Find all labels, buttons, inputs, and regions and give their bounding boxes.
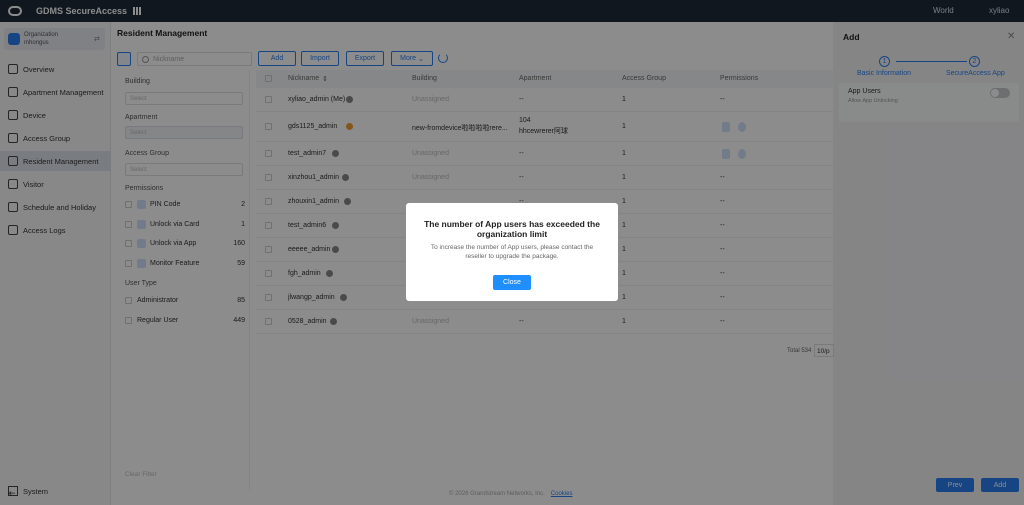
dialog-message: To increase the number of App users, ple… [430, 244, 594, 260]
dialog-title: The number of App users has exceeded the… [424, 219, 600, 239]
close-button[interactable]: Close [493, 275, 531, 290]
limit-exceeded-dialog: The number of App users has exceeded the… [406, 203, 618, 301]
